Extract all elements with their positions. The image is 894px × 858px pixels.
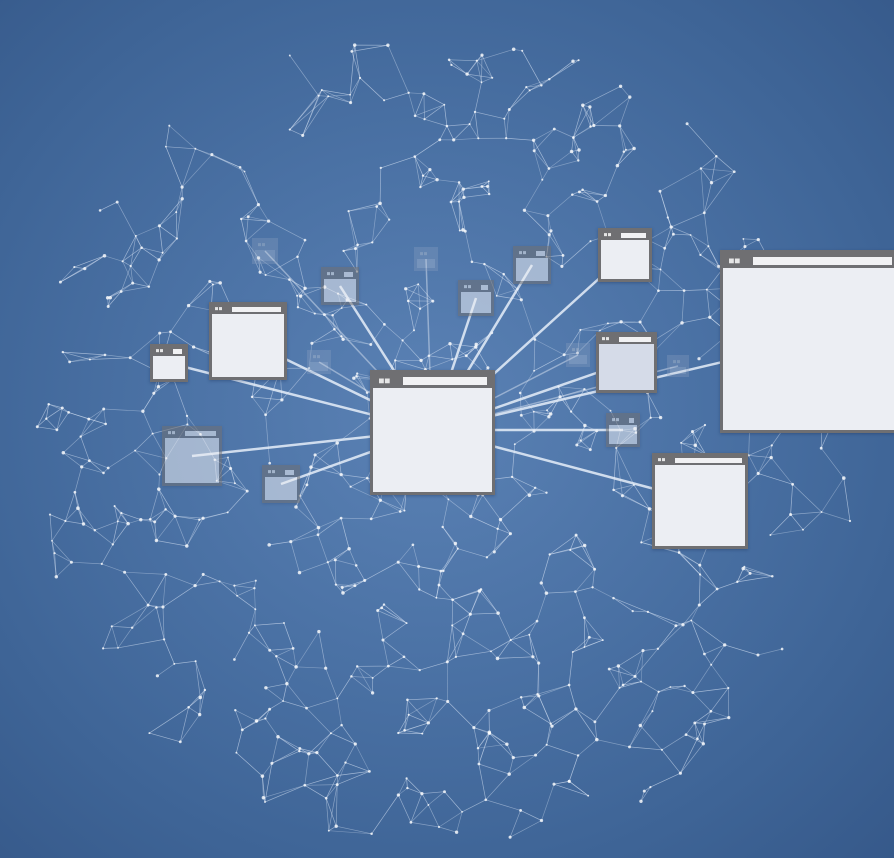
window-upper-left: ■■	[209, 302, 287, 380]
window-small-lower-left: ■■	[262, 465, 300, 503]
window-titlebar: ■■	[417, 250, 435, 259]
window-controls-icon: ■■	[156, 348, 165, 354]
window-titlebar: ■■	[601, 231, 649, 240]
window-controls-icon: ■■	[215, 306, 224, 312]
window-controls-icon: ■■	[268, 469, 277, 475]
window-controls-icon: ■■	[327, 271, 336, 277]
window-controls-icon: ■■	[673, 359, 682, 365]
window-controls-icon: ■■	[572, 347, 581, 353]
window-controls-icon: ■■	[612, 417, 621, 423]
window-titlebar: ■■	[670, 358, 686, 367]
window-controls-icon: ■■	[313, 354, 322, 360]
window-controls-icon: ■■	[258, 242, 267, 248]
window-controls-icon: ■■	[602, 336, 611, 342]
window-right-tinted: ■■	[596, 332, 657, 393]
window-small-left: ■■	[150, 344, 188, 382]
address-bar	[536, 251, 545, 256]
hub-window: ■■	[370, 370, 495, 495]
window-titlebar: ■■	[165, 429, 219, 438]
window-titlebar: ■■	[723, 253, 894, 268]
window-titlebar: ■■	[609, 416, 637, 425]
window-controls-icon: ■■	[379, 376, 391, 385]
address-bar	[675, 458, 742, 463]
window-small-top-2: ■■	[513, 246, 551, 284]
window-controls-icon: ■■	[464, 284, 473, 290]
window-ghost-1: ■■	[252, 238, 278, 264]
address-bar	[629, 418, 634, 423]
window-titlebar: ■■	[310, 353, 328, 362]
address-bar	[285, 470, 294, 475]
window-titlebar: ■■	[255, 241, 275, 250]
window-ghost-5: ■■	[667, 355, 689, 377]
window-titlebar: ■■	[212, 305, 284, 314]
window-controls-icon: ■■	[729, 256, 741, 265]
window-small-right: ■■	[606, 413, 640, 447]
window-titlebar: ■■	[153, 347, 185, 356]
window-titlebar: ■■	[324, 270, 356, 279]
window-small-top-3: ■■	[458, 280, 494, 316]
address-bar	[753, 257, 892, 265]
address-bar	[621, 233, 646, 238]
window-ghost-4: ■■	[566, 343, 590, 367]
address-bar	[173, 349, 182, 354]
window-controls-icon: ■■	[604, 232, 613, 238]
address-bar	[619, 337, 651, 342]
address-bar	[185, 431, 216, 436]
window-controls-icon: ■■	[519, 250, 528, 256]
window-ghost-2: ■■	[414, 247, 438, 271]
window-small-top: ■■	[321, 267, 359, 305]
window-titlebar: ■■	[373, 373, 492, 388]
window-titlebar: ■■	[655, 456, 745, 465]
window-titlebar: ■■	[569, 346, 587, 355]
window-titlebar: ■■	[265, 468, 297, 477]
window-left-textured: ■■	[162, 426, 222, 486]
window-titlebar: ■■	[599, 335, 654, 344]
window-ghost-3: ■■	[307, 350, 331, 374]
window-controls-icon: ■■	[168, 430, 177, 436]
window-controls-icon: ■■	[658, 457, 667, 463]
window-controls-icon: ■■	[420, 251, 429, 257]
address-bar	[344, 272, 353, 277]
window-lower-right: ■■	[652, 453, 748, 549]
window-titlebar: ■■	[461, 283, 491, 292]
address-bar	[232, 307, 281, 312]
large-window: ■■	[720, 250, 894, 433]
window-top-right: ■■	[598, 228, 652, 282]
address-bar	[403, 377, 487, 385]
address-bar	[481, 285, 488, 290]
window-titlebar: ■■	[516, 249, 548, 258]
network-diagram: ■■ ■■ ■■ ■■ ■■ ■■ ■■ ■■ ■■ ■■ ■■ ■■ ■■ ■■ ■■ ■■ ■■ ■■	[0, 0, 894, 858]
